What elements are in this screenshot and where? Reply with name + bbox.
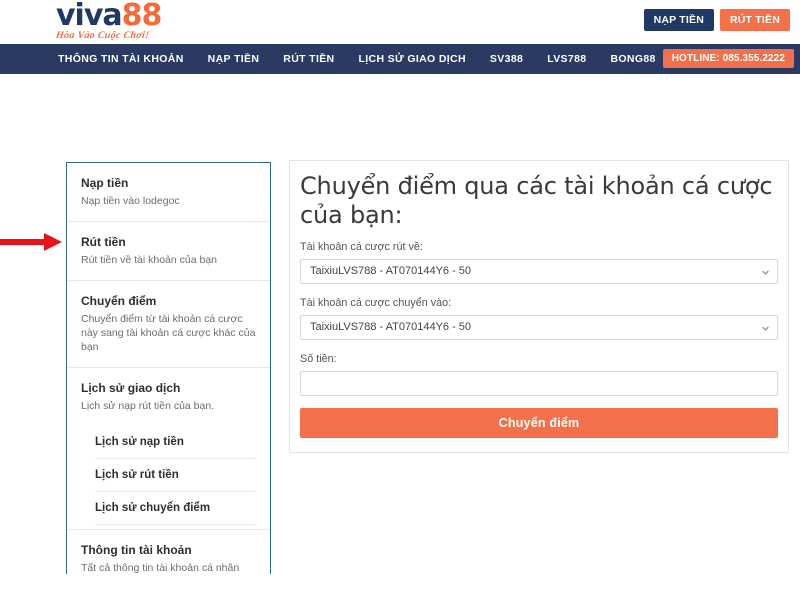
nav-item-withdraw[interactable]: RÚT TIỀN [283, 53, 334, 65]
amount-input[interactable] [300, 371, 778, 396]
sidebar-sub-item-deposit-history[interactable]: Lịch sử nạp tiền [95, 426, 256, 459]
page-title: Chuyển điểm qua các tài khoản cá cược củ… [300, 172, 773, 229]
sidebar-item-transfer-points-desc: Chuyển điểm từ tài khoản cá cược này san… [81, 313, 256, 353]
from-account-label: Tài khoản cá cược rút về: [300, 241, 423, 253]
header-deposit-button[interactable]: NẠP TIỀN [643, 9, 714, 31]
sidebar-item-account-info-desc: Tất cả thông tin tài khoản cá nhân của b… [81, 562, 240, 574]
sidebar-sub-item-list: Lịch sử nạp tiền Lịch sử rút tiền Lịch s… [67, 426, 270, 529]
nav-item-transaction-history[interactable]: LỊCH SỬ GIAO DỊCH [359, 53, 466, 65]
annotation-arrow-icon [0, 233, 62, 251]
to-account-select[interactable]: TaixiuLVS788 - AT070144Y6 - 50 [300, 315, 778, 340]
sidebar-item-withdraw[interactable]: Rút tiền Rút tiền về tài khoản của bạn [67, 221, 270, 280]
main-navigation: THÔNG TIN TÀI KHOẢN NẠP TIỀN RÚT TIỀN LỊ… [0, 44, 800, 74]
logo-wordmark: viva88 [56, 1, 188, 31]
top-bar: viva88 Hòa Vào Cuộc Chơi! NẠP TIỀN RÚT T… [0, 0, 800, 44]
sidebar-item-deposit-desc: Nạp tiền vào lodegoc [81, 195, 180, 207]
sidebar-sub-item-withdraw-history[interactable]: Lịch sử rút tiền [95, 459, 256, 492]
to-account-select-wrapper: TaixiuLVS788 - AT070144Y6 - 50 [300, 315, 778, 340]
transfer-submit-button[interactable]: Chuyển điểm [300, 408, 778, 438]
logo-text-accent: 88 [121, 0, 163, 33]
header-withdraw-button[interactable]: RÚT TIỀN [719, 9, 790, 31]
sidebar-item-transfer-points[interactable]: Chuyển điểm Chuyển điểm từ tài khoản cá … [67, 280, 270, 367]
hotline-badge[interactable]: HOTLINE: 085.355.2222 [662, 49, 794, 68]
transfer-points-card: Chuyển điểm qua các tài khoản cá cược củ… [289, 160, 789, 453]
logo-text-main: viva [56, 0, 123, 33]
sidebar-item-transaction-history-title: Lịch sử giao dịch [81, 381, 181, 395]
site-logo[interactable]: viva88 Hòa Vào Cuộc Chơi! [55, 1, 188, 43]
logo-tagline: Hòa Vào Cuộc Chơi! [55, 30, 151, 41]
nav-item-lvs788[interactable]: LVS788 [547, 53, 586, 65]
from-account-select-wrapper: TaixiuLVS788 - AT070144Y6 - 50 [300, 259, 778, 284]
sidebar-item-withdraw-title: Rút tiền [81, 235, 126, 249]
to-account-label: Tài khoản cá cược chuyển vào: [300, 297, 452, 309]
sidebar-item-transfer-points-title: Chuyển điểm [81, 294, 157, 308]
sidebar-item-transaction-history[interactable]: Lịch sử giao dịch Lịch sử nạp rút tiền c… [67, 367, 270, 426]
sidebar-item-deposit[interactable]: Nạp tiền Nạp tiền vào lodegoc [67, 163, 270, 221]
account-sidebar: Nạp tiền Nạp tiền vào lodegoc Rút tiền R… [66, 162, 271, 574]
nav-item-sv388[interactable]: SV388 [490, 53, 523, 65]
sidebar-item-withdraw-desc: Rút tiền về tài khoản của bạn [81, 254, 218, 266]
sidebar-sub-item-transfer-history[interactable]: Lịch sử chuyển điểm [95, 492, 256, 525]
sidebar-item-account-info-title: Thông tin tài khoản [81, 543, 192, 557]
nav-item-deposit[interactable]: NẠP TIỀN [208, 53, 260, 65]
page-body: Nạp tiền Nạp tiền vào lodegoc Rút tiền R… [0, 74, 800, 574]
sidebar-item-account-info[interactable]: Thông tin tài khoản Tất cả thông tin tài… [67, 529, 270, 574]
header-actions: NẠP TIỀN RÚT TIỀN [643, 9, 790, 31]
from-account-select[interactable]: TaixiuLVS788 - AT070144Y6 - 50 [300, 259, 778, 284]
nav-item-list: THÔNG TIN TÀI KHOẢN NẠP TIỀN RÚT TIỀN LỊ… [0, 53, 713, 65]
amount-label: Số tiền: [300, 353, 337, 365]
nav-item-account-info[interactable]: THÔNG TIN TÀI KHOẢN [58, 53, 184, 65]
sidebar-item-deposit-title: Nạp tiền [81, 176, 129, 190]
sidebar-item-transaction-history-desc: Lịch sử nạp rút tiền của bạn. [81, 400, 215, 412]
nav-item-bong88[interactable]: BONG88 [610, 53, 655, 65]
